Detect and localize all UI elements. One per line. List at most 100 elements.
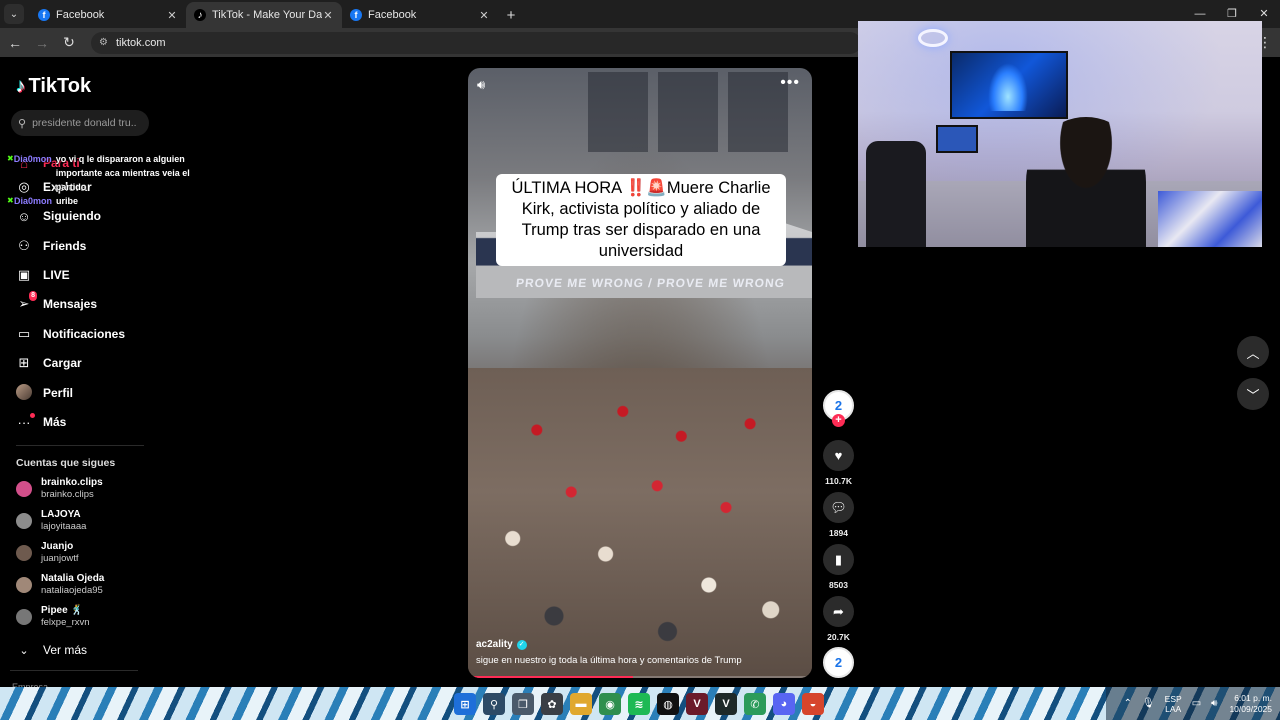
search-icon[interactable]: ⚲ (483, 693, 505, 715)
follow-button[interactable]: + (832, 414, 845, 427)
close-icon[interactable]: ✕ (322, 9, 334, 22)
comment-action[interactable]: 💬︎ 1894 (823, 492, 854, 538)
share-count: 20.7K (827, 632, 850, 642)
site-info-icon[interactable]: ⚙ (99, 37, 108, 48)
save-count: 8503 (829, 580, 848, 590)
logo-text: TikTok (28, 75, 92, 97)
video-description: sigue en nuestro ig toda la última hora … (476, 655, 742, 666)
obs-icon[interactable]: ◍ (657, 693, 679, 715)
reload-icon[interactable]: ↻ (57, 34, 81, 51)
bookmark-icon[interactable]: ▮ (823, 544, 854, 575)
nav-more[interactable]: ··· Más (16, 412, 66, 432)
following-account[interactable]: LAJOYA lajoyitaaaa (16, 509, 86, 533)
task-view-icon[interactable]: ❐ (512, 693, 534, 715)
previous-video-button[interactable]: ︿ (1237, 336, 1269, 368)
system-clock[interactable]: 6:01 p. m. 10/09/2025 (1229, 693, 1272, 715)
save-action[interactable]: ▮ 8503 (823, 544, 854, 590)
tab-tiktok[interactable]: ♪ TikTok - Make Your Day ✕ (186, 2, 342, 28)
account-name: Natalia Ojeda (41, 573, 105, 584)
see-more-button[interactable]: ⌄ Ver más (16, 640, 87, 660)
file-explorer-icon[interactable]: ▬ (570, 693, 592, 715)
following-account[interactable]: brainko.clips brainko.clips (16, 477, 103, 501)
tiktok-logo[interactable]: ♪ TikTok (16, 75, 91, 98)
following-account[interactable]: Juanjo juanjowtf (16, 541, 79, 565)
following-account[interactable]: Natalia Ojeda nataliaojeda95 (16, 573, 104, 597)
nav-notifications[interactable]: ▭ Notificaciones (16, 324, 125, 344)
messages-badge: 8 (29, 291, 37, 301)
neon-planet-light (918, 29, 948, 47)
taskbar-apps: ⊞ ⚲ ❐ ✿ ▬ ◉ ≋ ◍ V V ✆ ◕ ◒ (454, 693, 824, 715)
verified-icon: ✓ (516, 639, 527, 650)
chevron-up-icon[interactable]: ⌃ (1124, 698, 1132, 709)
chrome-icon[interactable]: ◉ (599, 693, 621, 715)
spotify-icon[interactable]: ≋ (628, 693, 650, 715)
nav-label: Siguiendo (43, 209, 101, 223)
clock-time: 6:01 p. m. (1234, 692, 1272, 703)
author-username: ac2ality (476, 639, 513, 650)
whatsapp-icon[interactable]: ✆ (744, 693, 766, 715)
app-v2-icon[interactable]: V (715, 693, 737, 715)
nav-label: Más (43, 415, 67, 429)
nav-label: Mensajes (43, 297, 98, 311)
account-handle: nataliaojeda95 (41, 585, 103, 596)
heart-icon[interactable]: ♥ (823, 440, 854, 471)
like-action[interactable]: ♥ 110.7K (823, 440, 854, 486)
url-field[interactable]: ⚙ tiktok.com (91, 31, 861, 54)
app-icon[interactable]: ✿ (541, 693, 563, 715)
video-author[interactable]: ac2ality ✓ (476, 639, 527, 650)
share-action[interactable]: ➦ 20.7K (823, 596, 854, 642)
video-player[interactable]: PROVE ME WRONG / PROVE ME WRONG ÚLTIMA H… (468, 68, 812, 678)
nav-friends[interactable]: ⚇ Friends (16, 236, 86, 256)
divider (16, 445, 144, 446)
avatar (16, 481, 32, 497)
search-box[interactable]: ⚲ (11, 110, 149, 136)
new-tab-button[interactable]: + (498, 2, 524, 28)
nav-messages[interactable]: ➢ 8 Mensajes (16, 291, 98, 314)
nav-upload[interactable]: ⊞ Cargar (16, 353, 82, 373)
chat-text: uribe (56, 196, 79, 206)
nav-live[interactable]: ▣ LIVE (16, 265, 70, 285)
close-icon[interactable]: ✕ (478, 9, 490, 22)
see-more-label: Ver más (43, 643, 88, 657)
nav-following[interactable]: ☺ Siguiendo (16, 206, 101, 226)
network-icon[interactable]: ▭ (1192, 698, 1201, 709)
volume-icon[interactable]: 🔊︎ (477, 77, 485, 93)
discord-icon[interactable]: ◕ (773, 693, 795, 715)
nav-label: LIVE (43, 268, 70, 282)
windows-start-icon[interactable]: ⊞ (454, 693, 476, 715)
video-crowd (468, 368, 812, 678)
wall-tv (950, 51, 1068, 119)
forward-icon[interactable]: → (30, 35, 54, 51)
comment-icon[interactable]: 💬︎ (823, 492, 854, 523)
progress-bar[interactable] (468, 676, 634, 678)
chat-text: yo vi q le dispararon a alguien importan… (55, 154, 190, 192)
clock-date: 10/09/2025 (1229, 703, 1272, 714)
chat-username: Dia0mon (13, 154, 52, 164)
tab-facebook-1[interactable]: f Facebook ✕ (30, 2, 186, 28)
music-disc-avatar[interactable]: 2 (823, 647, 854, 678)
account-handle: brainko.clips (41, 489, 94, 500)
volume-icon[interactable]: 🔊︎ (1211, 698, 1217, 709)
more-options-icon[interactable]: ••• (780, 74, 800, 92)
tab-title: Facebook (56, 9, 105, 21)
next-video-button[interactable]: ﹀ (1237, 378, 1269, 410)
friends-icon: ⚇ (18, 238, 30, 253)
search-input[interactable] (32, 117, 138, 129)
kick-badge-icon: ✖ (7, 154, 14, 163)
account-handle: lajoyitaaaa (41, 521, 87, 532)
tiktok-icon: ♪ (194, 9, 206, 21)
close-icon[interactable]: ✕ (166, 9, 178, 22)
nav-profile[interactable]: Perfil (16, 383, 73, 403)
app-icon[interactable]: ◒ (802, 693, 824, 715)
microphone-icon[interactable]: 🎙︎ (1142, 698, 1155, 709)
following-account[interactable]: Pipee 🕺 felxpe_rxvn (16, 605, 90, 629)
app-v-icon[interactable]: V (686, 693, 708, 715)
tab-facebook-2[interactable]: f Facebook ✕ (342, 2, 498, 28)
back-icon[interactable]: ← (3, 35, 27, 51)
tab-search-icon[interactable]: ⌄ (4, 4, 24, 24)
screen: ⌄ f Facebook ✕ ♪ TikTok - Make Your Day … (0, 0, 1280, 720)
account-name: Juanjo (41, 541, 74, 552)
language-indicator[interactable]: ESP LAA (1165, 694, 1182, 714)
kick-badge-icon: ✖ (7, 196, 14, 205)
share-icon[interactable]: ➦ (823, 596, 854, 627)
